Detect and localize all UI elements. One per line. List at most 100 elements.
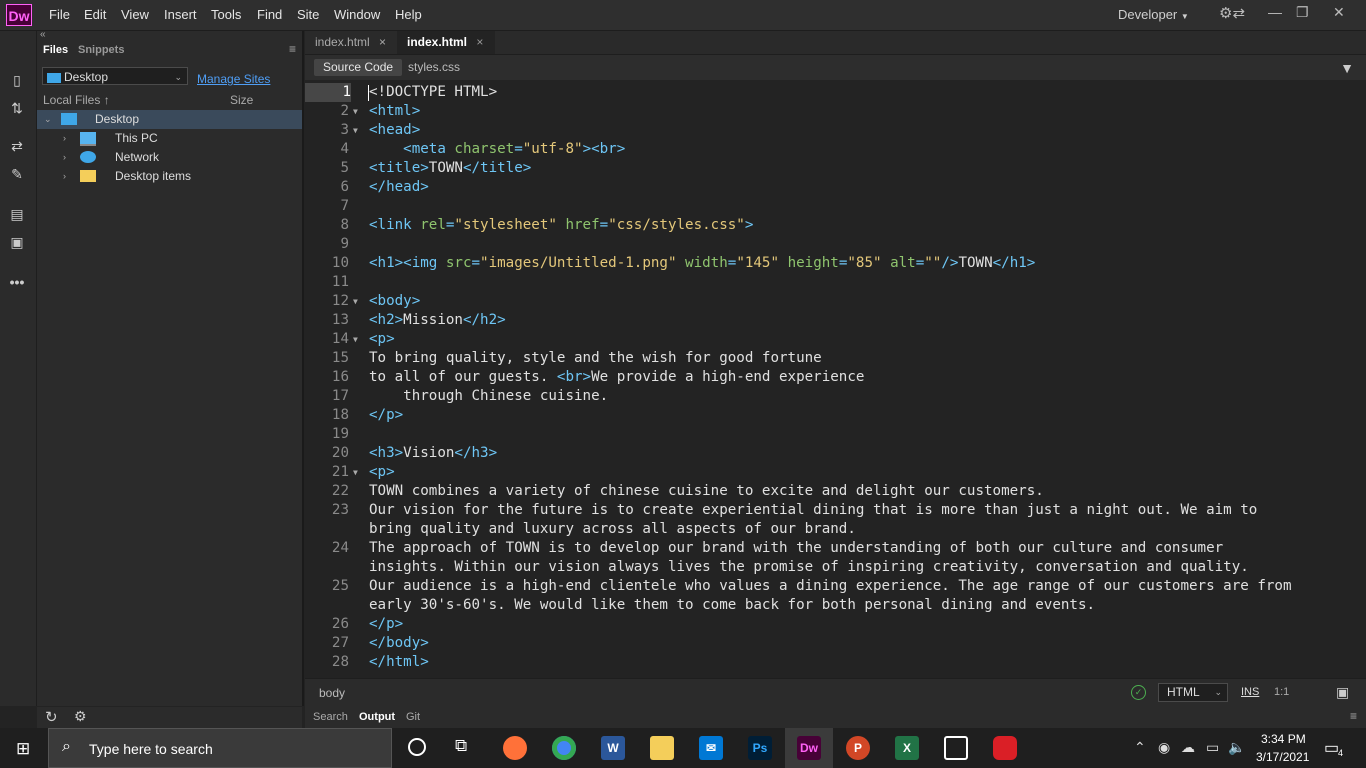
onedrive-icon[interactable]: ☁ bbox=[1181, 739, 1195, 756]
chevron-down-icon[interactable]: ⌄ bbox=[44, 110, 52, 129]
site-select[interactable]: Desktop ⌄ bbox=[42, 67, 188, 85]
fold-toggle-icon[interactable]: ▼ bbox=[353, 102, 358, 121]
code-line[interactable]: TOWN combines a variety of chinese cuisi… bbox=[369, 482, 1044, 501]
size-header[interactable]: Size bbox=[230, 93, 253, 107]
firefox-icon[interactable] bbox=[503, 736, 527, 760]
menu-help[interactable]: Help bbox=[395, 7, 422, 22]
tab-files[interactable]: Files bbox=[43, 44, 68, 56]
creative-cloud-icon[interactable] bbox=[993, 736, 1017, 760]
brush-icon[interactable]: ✎ bbox=[8, 165, 26, 183]
fold-toggle-icon[interactable]: ▼ bbox=[353, 121, 358, 140]
volume-icon[interactable]: 🔈 bbox=[1228, 739, 1245, 756]
local-files-header[interactable]: Local Files ↑ bbox=[43, 93, 110, 107]
refresh-icon[interactable]: ↻ bbox=[45, 708, 58, 726]
photoshop-icon[interactable]: Ps bbox=[748, 736, 772, 760]
menu-view[interactable]: View bbox=[121, 7, 149, 22]
tree-item-desktop-items[interactable]: › Desktop items bbox=[37, 167, 302, 186]
chevron-right-icon[interactable]: › bbox=[63, 148, 66, 167]
tab-index-html-2[interactable]: index.html × bbox=[397, 31, 495, 54]
excel-icon[interactable]: X bbox=[895, 736, 919, 760]
code-line[interactable]: <head> bbox=[369, 121, 420, 140]
code-line[interactable]: <h1><img src="images/Untitled-1.png" wid… bbox=[369, 254, 1035, 273]
related-source-code[interactable]: Source Code bbox=[314, 59, 403, 76]
tree-item-this-pc[interactable]: › This PC bbox=[37, 129, 302, 148]
code-line[interactable]: <p> bbox=[369, 330, 395, 349]
workspace-switcher[interactable]: Developer ▼ bbox=[1118, 7, 1189, 22]
fold-toggle-icon[interactable]: ▼ bbox=[353, 463, 358, 482]
tag-selector[interactable]: body bbox=[319, 686, 345, 700]
menu-site[interactable]: Site bbox=[297, 7, 319, 22]
taskbar-search[interactable]: ⌕ Type here to search bbox=[48, 728, 392, 768]
powerpoint-icon[interactable]: P bbox=[846, 736, 870, 760]
site-sync-icon[interactable]: ⚙ bbox=[74, 708, 87, 725]
code-line[interactable]: <!DOCTYPE HTML> bbox=[369, 83, 497, 102]
chevron-right-icon[interactable]: › bbox=[63, 129, 66, 148]
tab-index-html-1[interactable]: index.html × bbox=[305, 31, 403, 54]
mail-icon[interactable]: ✉ bbox=[699, 736, 723, 760]
code-line[interactable]: Our vision for the future is to create e… bbox=[369, 501, 1257, 520]
code-line[interactable]: bring quality and luxury across all aspe… bbox=[369, 520, 856, 539]
code-line[interactable]: </head> bbox=[369, 178, 429, 197]
code-line[interactable]: <html> bbox=[369, 102, 420, 121]
code-line[interactable]: </p> bbox=[369, 406, 403, 425]
insert-mode[interactable]: INS bbox=[1241, 686, 1259, 698]
code-line[interactable]: <meta charset="utf-8"><br> bbox=[369, 140, 625, 159]
file-management-icon[interactable]: ⇅ bbox=[8, 99, 26, 117]
clock-date[interactable]: 3/17/2021 bbox=[1256, 750, 1309, 764]
linting-ok-icon[interactable]: ✓ bbox=[1131, 685, 1146, 700]
cortana-icon[interactable] bbox=[408, 738, 426, 756]
more-icon[interactable]: ••• bbox=[8, 273, 26, 291]
tab-output[interactable]: Output bbox=[359, 711, 395, 723]
close-icon[interactable]: × bbox=[476, 35, 483, 49]
chevron-right-icon[interactable]: › bbox=[63, 167, 66, 186]
network-status-icon[interactable]: ▭ bbox=[1206, 739, 1219, 756]
meet-now-icon[interactable]: ◉ bbox=[1158, 739, 1170, 756]
close-icon[interactable]: ✕ bbox=[1333, 4, 1345, 21]
code-tools-icon[interactable]: ⇄ bbox=[8, 137, 26, 155]
code-line[interactable]: insights. Within our vision always lives… bbox=[369, 558, 1249, 577]
close-icon[interactable]: × bbox=[379, 35, 386, 49]
fold-toggle-icon[interactable]: ▼ bbox=[353, 330, 358, 349]
panel-menu-icon[interactable]: ≡ bbox=[289, 42, 296, 56]
manage-sites-link[interactable]: Manage Sites bbox=[197, 72, 270, 86]
panel-menu-icon[interactable]: ≡ bbox=[1350, 709, 1357, 723]
code-line[interactable]: The approach of TOWN is to develop our b… bbox=[369, 539, 1223, 558]
code-line[interactable]: Our audience is a high-end clientele who… bbox=[369, 577, 1292, 596]
restore-icon[interactable]: ❐ bbox=[1296, 4, 1309, 21]
clock-time[interactable]: 3:34 PM bbox=[1261, 732, 1306, 746]
code-line[interactable]: <h3>Vision</h3> bbox=[369, 444, 497, 463]
minimize-icon[interactable]: — bbox=[1268, 4, 1282, 20]
comment-icon[interactable]: ▤ bbox=[8, 205, 26, 223]
notifications-icon[interactable]: ▭ bbox=[1324, 738, 1339, 758]
code-line[interactable]: <link rel="stylesheet" href="css/styles.… bbox=[369, 216, 753, 235]
menu-insert[interactable]: Insert bbox=[164, 7, 197, 22]
window-size-icon[interactable]: ▣ bbox=[1336, 684, 1349, 701]
code-line[interactable]: </html> bbox=[369, 653, 429, 672]
snip-sketch-icon[interactable] bbox=[944, 736, 968, 760]
menu-edit[interactable]: Edit bbox=[84, 7, 106, 22]
tree-item-network[interactable]: › Network bbox=[37, 148, 302, 167]
tree-item-desktop[interactable]: ⌄ Desktop bbox=[37, 110, 302, 129]
code-line[interactable]: early 30's-60's. We would like them to c… bbox=[369, 596, 1095, 615]
fold-toggle-icon[interactable]: ▼ bbox=[353, 292, 358, 311]
menu-window[interactable]: Window bbox=[334, 7, 380, 22]
windows-start-icon[interactable]: ⊞ bbox=[16, 739, 30, 759]
menu-find[interactable]: Find bbox=[257, 7, 282, 22]
word-icon[interactable]: W bbox=[601, 736, 625, 760]
tab-search[interactable]: Search bbox=[313, 711, 348, 723]
task-view-icon[interactable]: ⧉ bbox=[455, 736, 467, 756]
file-explorer-icon[interactable] bbox=[650, 736, 674, 760]
tab-git[interactable]: Git bbox=[406, 711, 420, 723]
menu-tools[interactable]: Tools bbox=[211, 7, 241, 22]
code-line[interactable]: <p> bbox=[369, 463, 395, 482]
preview-icon[interactable]: ▣ bbox=[8, 233, 26, 251]
code-line[interactable]: To bring quality, style and the wish for… bbox=[369, 349, 822, 368]
dreamweaver-icon[interactable]: Dw bbox=[797, 736, 821, 760]
code-line[interactable]: </body> bbox=[369, 634, 429, 653]
chevron-up-icon[interactable]: ⌃ bbox=[1134, 739, 1146, 756]
tab-snippets[interactable]: Snippets bbox=[78, 44, 124, 56]
code-line[interactable]: </p> bbox=[369, 615, 403, 634]
collapse-panel-icon[interactable]: « bbox=[40, 29, 46, 40]
code-line[interactable]: <body> bbox=[369, 292, 420, 311]
code-editor[interactable]: 1 2 ▼ 3 ▼ 4 5 6 7 8 9 10 11 12 ▼ 13 14 ▼ 15 16 17 18 19 20 21 ▼ 22… bbox=[305, 81, 1366, 677]
